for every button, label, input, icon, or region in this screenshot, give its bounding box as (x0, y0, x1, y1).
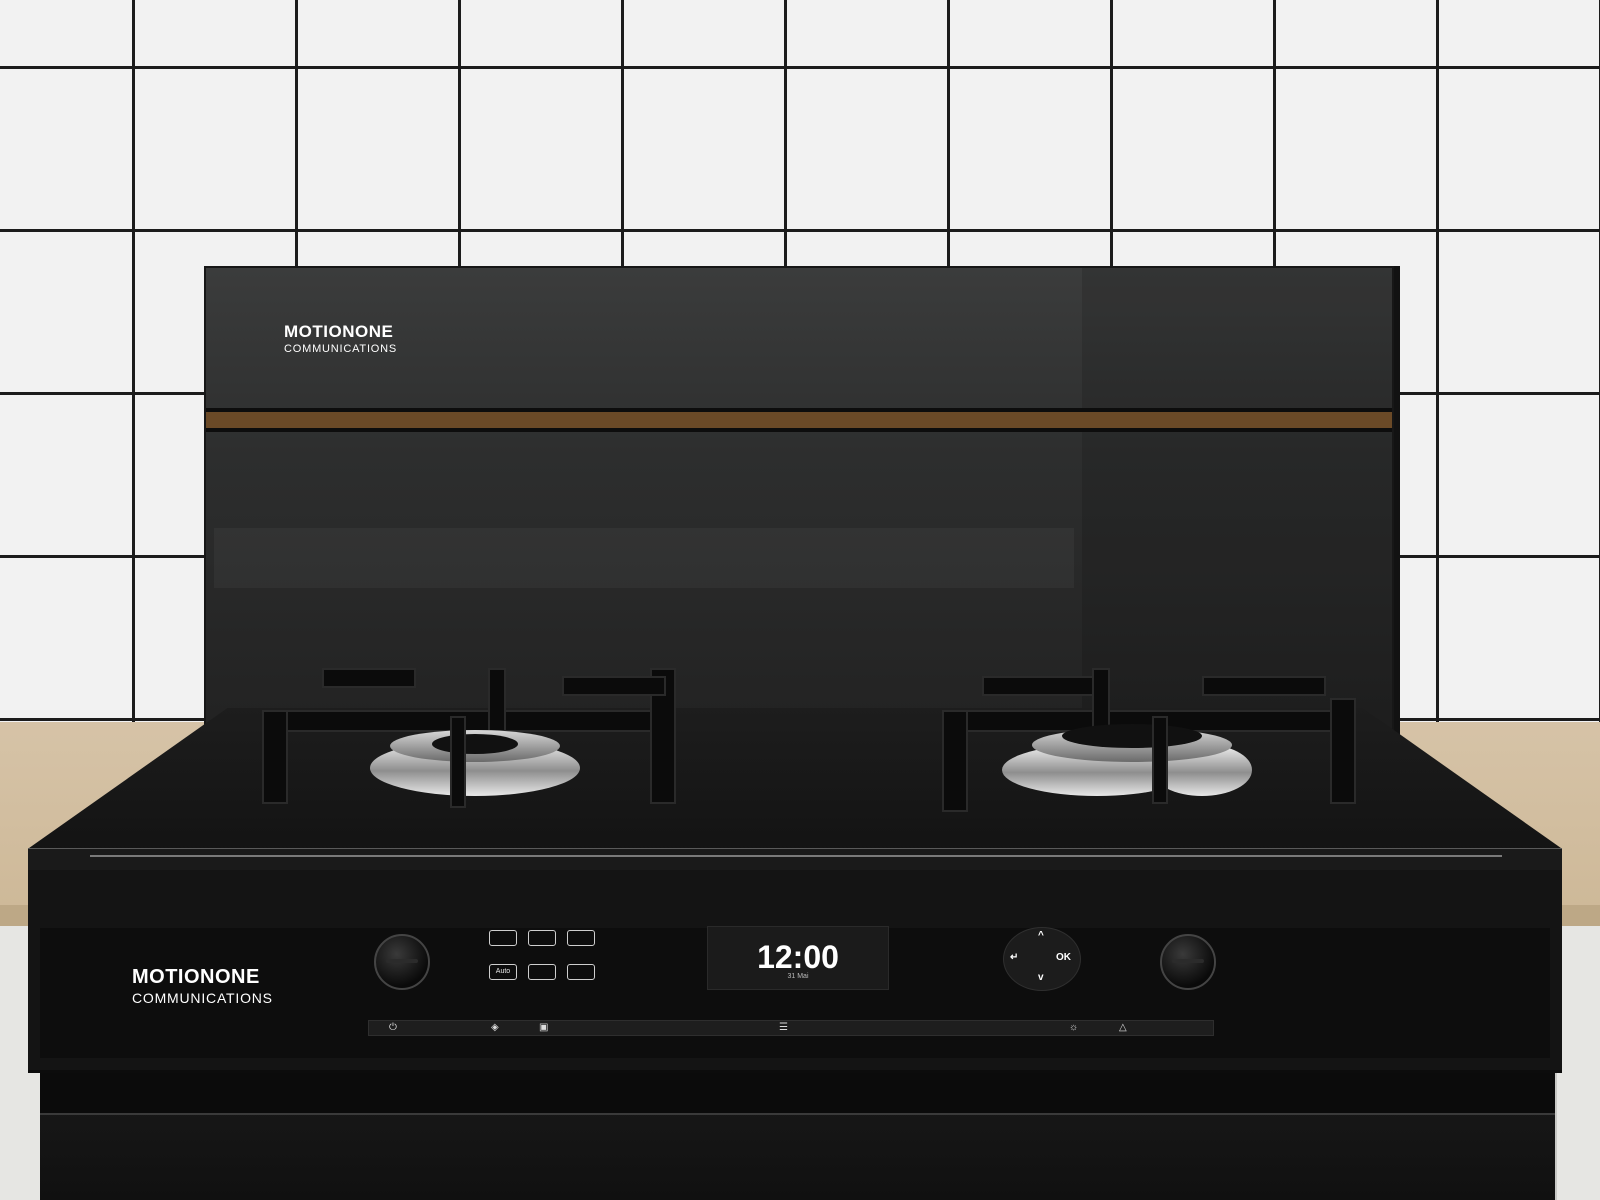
ok-button[interactable]: OK (1056, 952, 1071, 963)
cooktop-edge (28, 848, 1562, 871)
power-icon[interactable]: ⏻ (389, 1021, 397, 1035)
grate-leg (1330, 698, 1356, 804)
oven-control-panel: MOTIONONE COMMUNICATIONS Auto 12:00 31 M… (28, 870, 1562, 1073)
left-control-knob[interactable] (374, 934, 430, 990)
brand-name: MOTIONONE (284, 322, 394, 341)
backsplash-logo: MOTIONONE COMMUNICATIONS (284, 322, 397, 355)
oven-logo: MOTIONONE COMMUNICATIONS (132, 966, 273, 1006)
up-arrow-icon[interactable]: ^ (1038, 930, 1044, 941)
burner-right[interactable] (942, 668, 1362, 818)
brand-subtitle: COMMUNICATIONS (284, 343, 398, 355)
grate-bar (1202, 676, 1326, 696)
auto-mode-button[interactable]: Auto (489, 964, 517, 980)
clock-display: 12:00 31 Mai (707, 926, 889, 990)
steam-icon[interactable]: ◈ (491, 1021, 499, 1035)
program-icon[interactable]: ▣ (539, 1021, 548, 1035)
door-handle[interactable] (40, 1073, 1555, 1115)
burner-cap (1062, 724, 1202, 748)
burner-cap (432, 734, 518, 754)
back-icon[interactable]: ↵ (1010, 952, 1018, 963)
burner-left[interactable] (262, 668, 682, 818)
mode-button-5[interactable] (528, 964, 556, 980)
accent-stripe (206, 408, 1392, 432)
grate-leg (262, 710, 288, 804)
menu-icon[interactable]: ☰ (779, 1021, 788, 1035)
grate-bar (488, 668, 506, 732)
grate-bar (1152, 716, 1168, 804)
right-control-knob[interactable] (1160, 934, 1216, 990)
grate-bar (562, 676, 666, 696)
navigation-dpad[interactable]: ^ v ↵ OK (1003, 927, 1081, 991)
mode-button-1[interactable] (489, 930, 517, 946)
reflection-shelf (214, 528, 1074, 588)
kitchen-scene: MOTIONONE COMMUNICATIONS MOTIONONE COMMU… (0, 0, 1600, 1200)
status-bar: ⏻ ◈ ▣ ☰ ☼ △ (368, 1020, 1214, 1036)
down-arrow-icon[interactable]: v (1038, 972, 1044, 983)
cooktop-trim-line (90, 855, 1502, 857)
oven-door[interactable] (40, 1073, 1555, 1200)
mode-button-2[interactable] (528, 930, 556, 946)
grate-bar (1092, 668, 1110, 732)
mode-button-3[interactable] (567, 930, 595, 946)
grate-bar (982, 676, 1096, 696)
mode-button-6[interactable] (567, 964, 595, 980)
grate-bar (450, 716, 466, 808)
brand-subtitle: COMMUNICATIONS (132, 990, 273, 1006)
timer-bell-icon[interactable]: △ (1119, 1021, 1127, 1035)
grate-bar (322, 668, 416, 688)
brand-name: MOTIONONE (132, 966, 260, 988)
grate-bar (262, 710, 676, 732)
time-readout: 12:00 (757, 939, 839, 975)
light-icon[interactable]: ☼ (1069, 1021, 1078, 1035)
grate-leg (942, 710, 968, 812)
date-readout: 31 Mai (787, 973, 809, 980)
